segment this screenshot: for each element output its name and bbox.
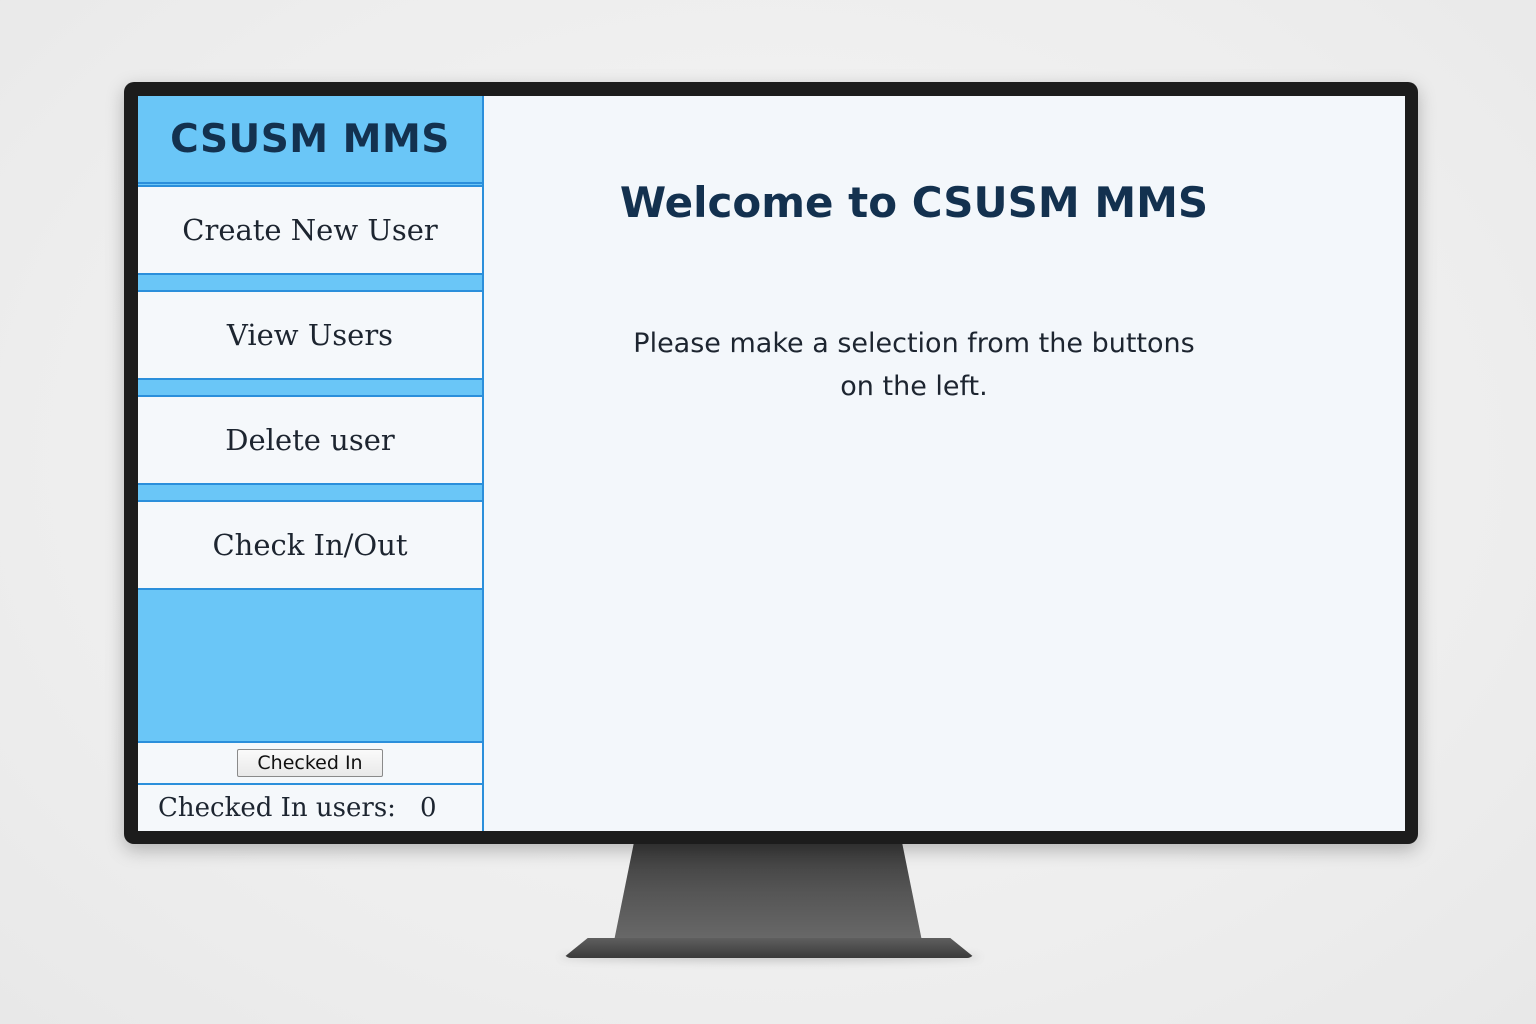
app-window: CSUSM MMS Create New User View Users Del… [138, 96, 1405, 831]
checked-in-button[interactable]: Checked In [237, 749, 383, 777]
checked-in-count-label: Checked In users: [158, 793, 396, 823]
checked-in-count-value: 0 [419, 793, 437, 823]
main-content: Welcome to CSUSM MMS Please make a selec… [484, 96, 1405, 831]
sidebar: CSUSM MMS Create New User View Users Del… [138, 96, 484, 831]
welcome-heading: Welcome to CSUSM MMS [619, 178, 1209, 227]
checked-in-count-row: Checked In users: 0 [138, 783, 482, 831]
app-title: CSUSM MMS [138, 96, 482, 184]
checked-in-row: Checked In [138, 741, 482, 783]
create-new-user-button[interactable]: Create New User [138, 185, 482, 275]
monitor-bezel: CSUSM MMS Create New User View Users Del… [124, 82, 1418, 844]
view-users-button[interactable]: View Users [138, 290, 482, 380]
instructions-text: Please make a selection from the buttons… [633, 328, 1195, 402]
monitor-stand-neck [612, 843, 924, 951]
delete-user-button[interactable]: Delete user [138, 395, 482, 485]
check-in-out-button[interactable]: Check In/Out [138, 500, 482, 590]
monitor-stand-base [563, 938, 975, 958]
